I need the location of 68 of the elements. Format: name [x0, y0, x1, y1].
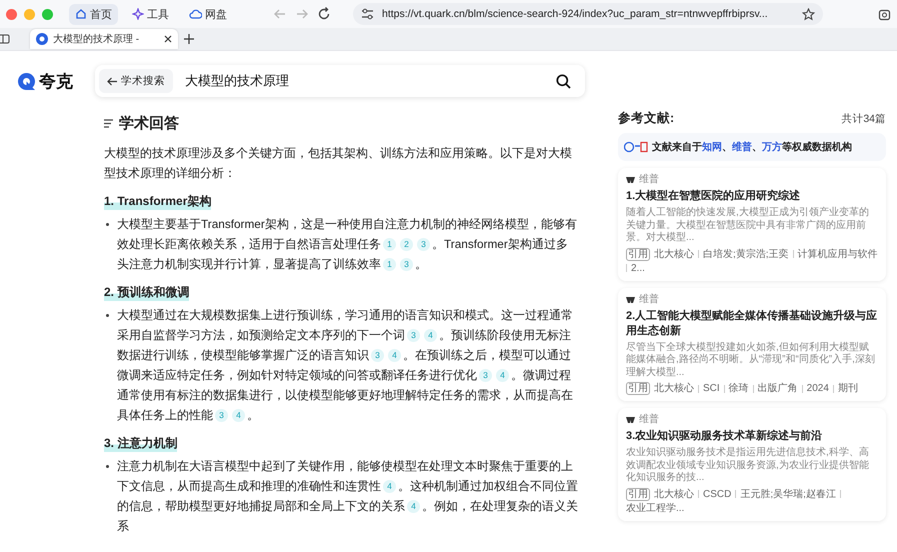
nav-tab[interactable]: 首页: [69, 4, 118, 24]
cite-tag[interactable]: 引用: [626, 248, 650, 260]
extension-icon[interactable]: [878, 8, 891, 20]
reference-title[interactable]: 1.大模型在智慧医院的应用研究综述: [626, 189, 878, 204]
browser-tab[interactable]: 大模型的技术原理 -: [30, 29, 178, 49]
reference-meta: 白培发;黄宗浩;王奕: [703, 248, 789, 260]
search-field[interactable]: 学术搜索 大模型的技术原理: [95, 65, 585, 97]
sparkle-icon: [132, 8, 144, 20]
section-paragraph: 大模型通过在大规模数据集上进行预训练，学习通用的语言知识和模式。这一过程通常采用自监督学习方法，如预测给定文本序列的下一个词 3 4 。预训练阶段使用无标注数据进行训练，使模型能够掌握广泛的语言知识 3 4 。在预训练之后，模型可以通过微调来适应特定任务，例如针对特定领域的问答或翻译任务进行优化 3 4 。微调过程通常使用有标注的数据集进行，以使模型能够更好地理解特定任务的需求，从而提高在具体任务上的性能 3 4 。: [117, 307, 574, 424]
sources-text: 文献来自于知网、维普、万方等权威数据机构: [652, 140, 852, 154]
reference-title[interactable]: 3.农业知识驱动服务技术革新综述与前沿: [626, 429, 878, 444]
source-logo-icon: [626, 296, 635, 302]
source-name: 维普: [639, 414, 659, 426]
reference-card[interactable]: 维普 1.大模型在智慧医院的应用研究综述 随着人工智能的快速发展,大模型正成为引领产业变革的关键力量。大模型在智慧医院中具有非常广阔的应用前景。对大模型... 引用 北大核心 白培发;黄宗浩;王奕 计算机应用与软件 2...: [618, 168, 886, 280]
section-paragraph: 注意力机制在大语言模型中起到了关键作用，能够使模型在处理文本时聚焦于重要的上下文信息，从而提高生成和推理的准确性和连贯性 4 。这种机制通过加权组合不同位置的信息，帮助模型更好地捕捉局部和全局上下文的关系 4 。例如，在处理复杂的语义关系: [117, 458, 578, 535]
reference-abstract: 农业知识驱动服务技术是指运用先进信息技术,科学、高效调配农业领域专业知识服务资源,为农业行业提供智能化知识服务的技...: [626, 447, 870, 484]
references-title: 参考文献:: [618, 110, 674, 127]
reload-icon[interactable]: [317, 7, 331, 21]
answer-title: 学术回答: [119, 114, 179, 133]
back-button[interactable]: 学术搜索: [99, 69, 173, 93]
close-icon[interactable]: [164, 35, 172, 43]
source-logo-icon: [626, 177, 635, 183]
nav-tab[interactable]: 工具: [126, 4, 175, 24]
reference-meta: 2024: [806, 382, 829, 395]
reference-meta: 北大核心: [654, 488, 694, 500]
reference-meta: CSCD: [703, 488, 732, 500]
logo-icon: [36, 33, 48, 45]
search-icon[interactable]: [556, 74, 571, 88]
list-icon: [104, 119, 114, 128]
reference-meta: 北大核心: [654, 248, 694, 260]
section-paragraph: 大模型主要基于Transformer架构，这是一种使用自注意力机制的神经网络模型，能够有效处理长距离依赖关系，适用于自然语言处理任务 1 2 3 。Transformer架构通过多头注意力机制实现并行计算，显著提高了训练效率 1 3 。: [117, 216, 578, 273]
section-title: 2. 预训练和微调: [104, 284, 190, 301]
address-bar[interactable]: https://vt.quark.cn/blm/science-search-924/index?uc_param_str=ntnwvepffrbiprsv...: [353, 3, 823, 25]
cite-tag[interactable]: 引用: [626, 382, 650, 395]
star-icon[interactable]: [802, 8, 815, 20]
reference-abstract: 尽管当下全球大模型投建如火如荼,但如何利用大模型赋能媒体融合,路径尚不明晰。从“滞现”和“同质化”入手,深刻理解大模型...: [626, 342, 876, 379]
reference-meta: 计算机应用与软件: [798, 248, 878, 260]
reference-abstract: 随着人工智能的快速发展,大模型正成为引领产业变革的关键力量。大模型在智慧医院中具有非常广阔的应用前景。对大模型...: [626, 207, 870, 244]
nav-tab[interactable]: 网盘: [183, 4, 233, 24]
home-icon: [75, 8, 87, 20]
intro-paragraph: 大模型的技术原理涉及多个关键方面，包括其架构、训练方法和应用策略。以下是对大模型技术原理的详细分析：: [104, 145, 573, 182]
reference-meta: SCI: [703, 382, 720, 395]
logo-text: 夸克: [39, 70, 73, 92]
reference-card[interactable]: 维普 3.农业知识驱动服务技术革新综述与前沿 农业知识驱动服务技术是指运用先进信息技术,科学、高效调配农业领域专业知识服务资源,为农业行业提供智能化知识服务的技... 引用 北大核心 CSCD 王元胜;吴华瑞;赵春江 农业工程学...: [618, 408, 886, 520]
references-count: 共计34篇: [841, 112, 886, 126]
sliders-icon: [361, 8, 374, 20]
sidebar-icon[interactable]: [0, 34, 10, 44]
reference-meta: 期刊: [838, 382, 858, 395]
reference-title[interactable]: 2.人工智能大模型赋能全媒体传播基础设施升级与应用生态创新: [626, 308, 878, 338]
close-window-button[interactable]: [6, 8, 17, 20]
reference-meta: 王元胜;吴华瑞;赵春江: [740, 488, 836, 500]
section-title: 3. 注意力机制: [104, 435, 178, 452]
section-title: 1. Transformer架构: [104, 193, 212, 210]
cite-tag[interactable]: 引用: [626, 488, 650, 500]
database-logos-icon: [624, 141, 648, 153]
logo-icon: [18, 72, 35, 90]
cloud-icon: [189, 8, 202, 20]
reference-meta: 农业工程学...: [626, 502, 684, 514]
source-name: 维普: [639, 174, 659, 186]
back-arrow-icon: [107, 76, 118, 86]
reference-meta: 徐琦: [728, 382, 749, 395]
reference-meta: 2...: [631, 262, 645, 274]
source-name: 维普: [639, 294, 659, 306]
source-logo-icon: [626, 417, 635, 423]
reference-meta: 北大核心: [654, 382, 694, 395]
reference-meta: 出版广角: [758, 382, 798, 395]
reference-card[interactable]: 维普 2.人工智能大模型赋能全媒体传播基础设施升级与应用生态创新 尽管当下全球大模型投建如火如荼,但如何利用大模型赋能媒体融合,路径尚不明晰。从“滞现”和“同质化”入手,深刻理解大模型... 引用 北大核心 SCI 徐琦 出版广角 2024 期刊: [618, 288, 886, 401]
new-tab-icon[interactable]: [184, 34, 194, 44]
